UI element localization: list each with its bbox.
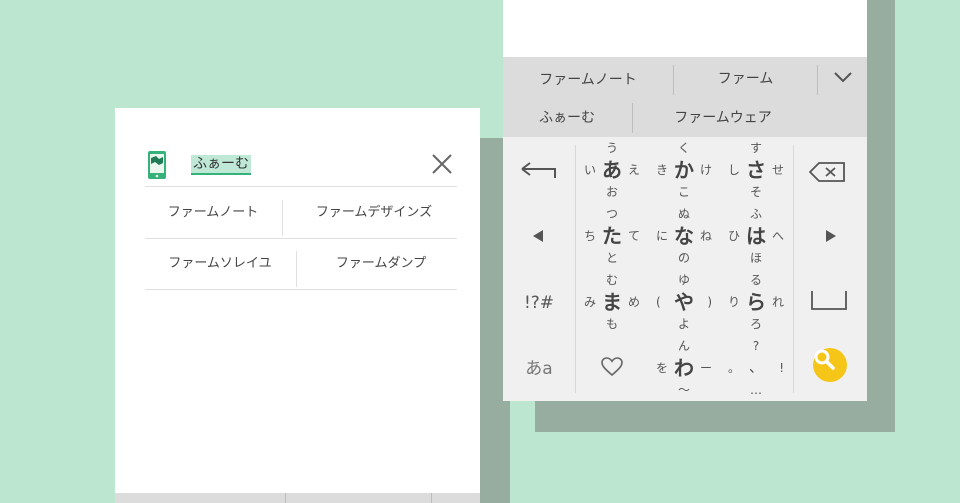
candidate-item[interactable]: ファーム [674, 59, 817, 99]
kana-key-wa[interactable]: ん を わ ー ～ [648, 335, 720, 401]
chevron-down-icon[interactable] [831, 65, 855, 89]
punctuation-key[interactable]: ? 。 、 ! … [720, 335, 792, 401]
suggestion-row: ファームノート ファームデザインズ [145, 188, 457, 239]
divider [296, 251, 297, 287]
cursor-left-key[interactable] [503, 203, 575, 269]
suggestion-item[interactable]: ファームダンプ [305, 239, 457, 289]
emoji-key[interactable] [576, 335, 648, 401]
flick-down: も [605, 317, 618, 331]
flick-right: ね [699, 229, 712, 243]
suggestion-row: ファームソレイユ ファームダンプ [145, 239, 457, 290]
flick-down: と [605, 251, 618, 265]
kana-key-sa[interactable]: す し さ せ そ [720, 137, 792, 203]
backspace-key[interactable] [794, 137, 867, 203]
right-arrow-icon [826, 230, 836, 242]
search-key[interactable] [813, 348, 847, 382]
flick-down: お [605, 185, 618, 199]
cursor-right-key[interactable] [794, 203, 867, 269]
kana-key-na[interactable]: ぬ に な ね の [648, 203, 720, 269]
flick-up: ふ [749, 207, 762, 221]
divider [282, 200, 283, 236]
flick-right: め [627, 295, 640, 309]
flick-down: よ [677, 317, 690, 331]
flick-up: ? [752, 339, 760, 353]
backspace-icon [809, 162, 845, 182]
kana-key-ra[interactable]: る り ら れ ろ [720, 269, 792, 335]
kana-key-ha[interactable]: ふ ひ は へ ほ [720, 203, 792, 269]
undo-arrow-icon [521, 162, 556, 178]
flick-right: ) [707, 295, 712, 309]
kana-key-ma[interactable]: む み ま め も [576, 269, 648, 335]
flick-up: ぬ [677, 207, 690, 221]
flick-up: む [605, 273, 618, 287]
candidate-item[interactable]: ふぁーむ [503, 98, 631, 138]
candidate-bar: ファームノート ファーム ふぁーむ ファームウェア [503, 57, 867, 137]
search-panel: ふぁーむ ファームノート ファームデザインズ ファームソレイユ ファームダンプ [115, 108, 480, 503]
flick-right: せ [771, 163, 784, 177]
phone-map-icon [148, 151, 166, 179]
flick-up: く [677, 141, 690, 155]
flick-down: そ [749, 185, 762, 199]
candidate-item[interactable]: ファームノート [503, 60, 673, 100]
kana-key-ya[interactable]: ゆ ( や ) よ [648, 269, 720, 335]
kana-key-ta[interactable]: つ ち た て と [576, 203, 648, 269]
suggestion-item[interactable]: ファームデザインズ [291, 188, 457, 238]
flick-up: つ [605, 207, 618, 221]
search-bar[interactable]: ふぁーむ [145, 148, 457, 187]
flick-up: ん [677, 339, 690, 353]
flick-right: て [627, 229, 640, 243]
divider [817, 65, 818, 95]
flick-down: の [677, 251, 690, 265]
left-arrow-icon [533, 230, 543, 242]
flick-right: ー [699, 361, 712, 375]
bottom-bar [115, 493, 480, 503]
flick-right: へ [771, 229, 784, 243]
flick-down: … [750, 383, 762, 397]
mode-key[interactable]: あa [503, 356, 575, 382]
space-key[interactable] [794, 269, 867, 335]
search-icon [814, 349, 835, 370]
symbols-key[interactable]: !?# [503, 289, 575, 317]
divider [285, 493, 286, 503]
kana-key-ka[interactable]: く き か け こ [648, 137, 720, 203]
candidate-item[interactable]: ファームウェア [633, 98, 813, 138]
flick-right: ! [779, 361, 784, 375]
flick-up: す [749, 141, 762, 155]
flick-down: ～ [677, 383, 690, 397]
divider [431, 493, 432, 503]
flick-up: ゆ [677, 273, 690, 287]
close-icon[interactable] [430, 152, 454, 176]
flick-right: え [627, 163, 640, 177]
flick-down: ろ [749, 317, 762, 331]
suggestion-item[interactable]: ファームノート [145, 188, 281, 238]
search-input[interactable]: ふぁーむ [191, 155, 251, 175]
keyboard: !?# あa う い あ え お く き か け こ す し さ せ そ つ ち… [503, 137, 867, 401]
kana-key-a[interactable]: う い あ え お [576, 137, 648, 203]
heart-icon [601, 357, 623, 377]
flick-right: け [699, 163, 712, 177]
flick-up: う [605, 141, 618, 155]
flick-right: れ [771, 295, 784, 309]
flick-down: ほ [749, 251, 762, 265]
flick-down: こ [677, 185, 690, 199]
text-area [503, 0, 867, 57]
undo-key[interactable] [503, 137, 575, 203]
suggestion-item[interactable]: ファームソレイユ [145, 239, 295, 289]
space-icon [811, 291, 847, 310]
flick-up: る [749, 273, 762, 287]
